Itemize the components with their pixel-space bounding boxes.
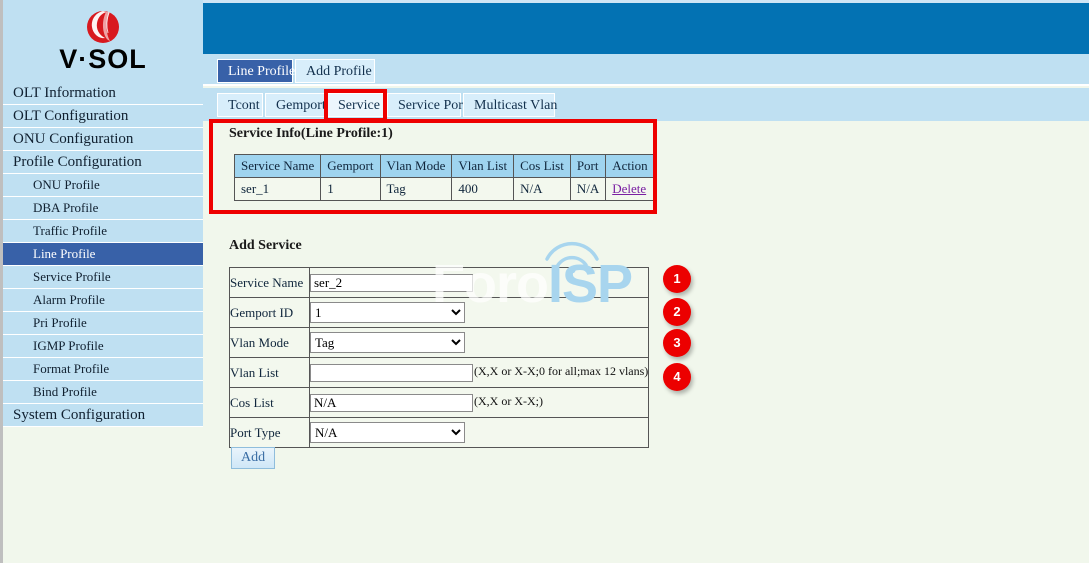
sidebar-item-onu-configuration[interactable]: ONU Configuration [3,128,203,151]
tab-add-profile[interactable]: Add Profile [295,59,375,83]
tab-gemport[interactable]: Gemport [265,93,326,117]
label-cos-list: Cos List [229,387,310,418]
cos-list-input[interactable] [310,393,473,412]
port-type-select[interactable]: N/A [310,422,465,443]
sidebar-item-line-profile[interactable]: Line Profile [3,243,203,266]
brand-logo: V·SOL [3,0,203,82]
col-vlan-mode: Vlan Mode [379,154,453,178]
table-header-row: Service Name Gemport Vlan Mode Vlan List… [233,154,655,178]
sidebar-item-system-configuration[interactable]: System Configuration [3,404,203,427]
secondary-tab-bar: Tcont Gemport Service Service Port Multi… [203,88,1089,121]
sidebar-item-bind-profile[interactable]: Bind Profile [3,381,203,404]
tab-service[interactable]: Service [327,93,385,117]
main-content: Service Info(Line Profile:1) Service Nam… [203,121,1089,563]
sidebar-item-alarm-profile[interactable]: Alarm Profile [3,289,203,312]
cell-vlan-mode: Tag [379,177,453,201]
tab-tcont[interactable]: Tcont [217,93,263,117]
cell-vlan-list: 400 [451,177,515,201]
add-service-form: Service Name Gemport ID 1 Vlan Mode Tag [229,267,650,448]
tab-line-profile[interactable]: Line Profile [217,59,295,83]
vlan-list-input[interactable] [310,363,473,382]
field-service-name [308,267,650,298]
table-row: ser_1 1 Tag 400 N/A N/A Delete [233,177,655,201]
col-vlan-list: Vlan List [451,154,515,178]
vsol-leaf-logo-icon [87,11,119,43]
sidebar-item-igmp-profile[interactable]: IGMP Profile [3,335,203,358]
service-name-input[interactable] [310,273,473,292]
annotation-badge-1: 1 [663,265,691,293]
label-port-type: Port Type [229,417,310,448]
sidebar-item-format-profile[interactable]: Format Profile [3,358,203,381]
field-vlan-list: (X,X or X-X;0 for all;max 12 vlans) [308,357,650,388]
sidebar: V·SOL OLT Information OLT Configuration ON… [3,0,203,563]
sidebar-item-pri-profile[interactable]: Pri Profile [3,312,203,335]
sidebar-item-olt-configuration[interactable]: OLT Configuration [3,105,203,128]
field-vlan-mode: Tag [308,327,650,358]
form-row-port-type: Port Type N/A [229,417,650,448]
cell-gemport: 1 [320,177,381,201]
sidebar-menu: OLT Information OLT Configuration ONU Conf… [3,82,203,427]
form-row-vlan-mode: Vlan Mode Tag [229,327,650,358]
col-cos-list: Cos List [513,154,571,178]
add-button[interactable]: Add [231,447,276,469]
cell-action: Delete [605,177,655,201]
label-gemport-id: Gemport ID [229,297,310,328]
annotation-badge-3: 3 [663,329,691,357]
primary-tab-bar: Line Profile Add Profile [203,54,1089,86]
label-service-name: Service Name [229,267,310,298]
tab-multicast-vlan[interactable]: Multicast Vlan [463,93,557,117]
sidebar-item-olt-information[interactable]: OLT Information [3,82,203,105]
label-vlan-list: Vlan List [229,357,310,388]
form-row-service-name: Service Name [229,267,650,298]
cell-port: N/A [569,177,607,201]
col-service-name: Service Name [233,154,322,178]
service-info-title: Service Info(Line Profile:1) [229,126,393,141]
cell-cos-list: N/A [513,177,571,201]
gemport-id-select[interactable]: 1 [310,302,465,323]
vlan-mode-select[interactable]: Tag [310,332,465,353]
cos-list-hint: (X,X or X-X;) [474,394,543,409]
add-service-title: Add Service [229,238,302,253]
page-root: V·SOL OLT Information OLT Configuration ON… [0,0,1089,563]
sidebar-item-service-profile[interactable]: Service Profile [3,266,203,289]
sidebar-item-dba-profile[interactable]: DBA Profile [3,197,203,220]
field-gemport-id: 1 [308,297,650,328]
sidebar-item-traffic-profile[interactable]: Traffic Profile [3,220,203,243]
form-row-cos-list: Cos List (X,X or X-X;) [229,387,650,418]
tab-service-port[interactable]: Service Port [387,93,467,117]
annotation-badge-2: 2 [663,298,691,326]
annotation-badge-4: 4 [663,363,691,391]
service-info-table: Service Name Gemport Vlan Mode Vlan List… [233,154,655,201]
vlan-list-hint: (X,X or X-X;0 for all;max 12 vlans) [474,364,649,379]
col-port: Port [569,154,607,178]
brand-logo-text: V·SOL [59,44,147,74]
field-port-type: N/A [308,417,650,448]
sidebar-item-profile-configuration[interactable]: Profile Configuration [3,151,203,174]
delete-link[interactable]: Delete [612,181,646,196]
field-cos-list: (X,X or X-X;) [308,387,650,418]
form-row-vlan-list: Vlan List (X,X or X-X;0 for all;max 12 v… [229,357,650,388]
header-bar [203,3,1089,54]
form-row-gemport-id: Gemport ID 1 [229,297,650,328]
col-gemport: Gemport [320,154,381,178]
label-vlan-mode: Vlan Mode [229,327,310,358]
sidebar-item-onu-profile[interactable]: ONU Profile [3,174,203,197]
col-action: Action [605,154,655,178]
cell-service-name: ser_1 [233,177,322,201]
